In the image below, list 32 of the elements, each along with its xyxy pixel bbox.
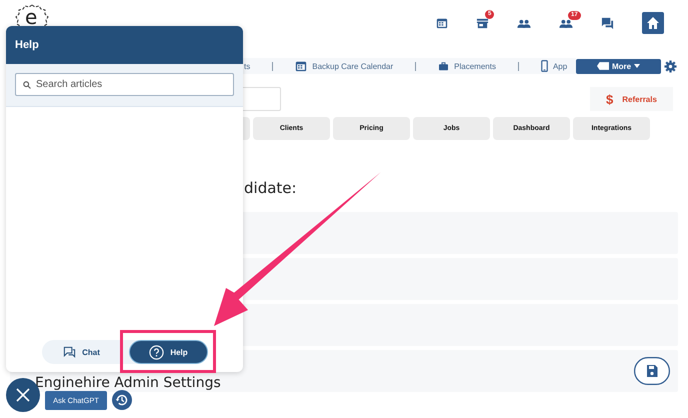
settings-icon[interactable] — [664, 60, 677, 72]
nav-link[interactable]: ts — [244, 62, 250, 70]
panel-tab[interactable]: Chat — [42, 340, 121, 364]
panel-tab[interactable]: Help — [129, 340, 208, 364]
briefcase-icon[interactable] — [438, 62, 450, 70]
more-button[interactable]: More — [576, 58, 661, 74]
search-field[interactable]: Search articles — [15, 73, 234, 96]
question-icon — [149, 344, 164, 360]
chat-icon[interactable] — [601, 16, 614, 30]
people-icon[interactable] — [559, 18, 573, 28]
tag-icon — [596, 62, 609, 70]
logo-letter: e — [25, 6, 38, 28]
caret-icon — [634, 64, 640, 68]
history-icon[interactable] — [112, 390, 132, 410]
search-icon — [23, 81, 31, 89]
logo[interactable]: e — [15, 3, 49, 33]
settings-title: Enginehire Admin Settings — [35, 375, 221, 391]
referrals-button[interactable]: $ Referrals — [590, 87, 673, 111]
nav-link[interactable]: App — [552, 62, 568, 70]
nav-link[interactable]: Backup Care Calendar — [312, 62, 394, 70]
calendar-icon[interactable] — [436, 17, 448, 29]
section-heading: didate: — [243, 179, 298, 197]
panel-title: Help — [6, 26, 243, 64]
store-icon[interactable] — [476, 16, 489, 30]
chat-bubble-icon — [63, 346, 76, 358]
save-button[interactable] — [634, 357, 670, 385]
people-icon[interactable] — [517, 18, 531, 28]
phone-icon[interactable] — [540, 60, 548, 72]
nav-link[interactable]: Placements — [454, 62, 496, 70]
dollar-icon: $ — [606, 92, 614, 106]
calendar-icon[interactable] — [295, 60, 308, 72]
home-button[interactable] — [642, 12, 664, 34]
